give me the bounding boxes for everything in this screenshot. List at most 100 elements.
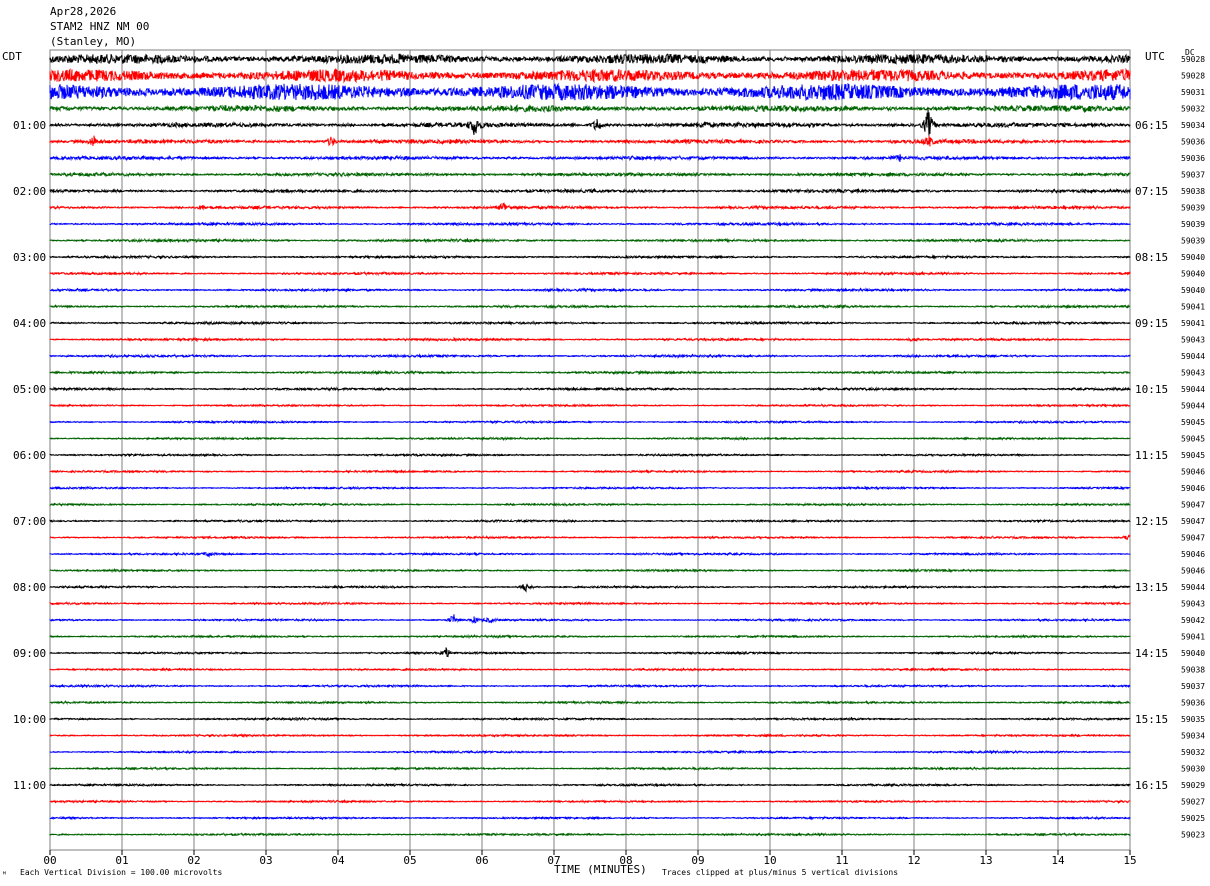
dc-offset-label: 59035	[1181, 715, 1205, 724]
dc-offset-label: 59041	[1181, 633, 1205, 642]
right-time-label: 07:15	[1135, 185, 1168, 198]
seismic-trace	[49, 270, 1131, 277]
dc-offset-label: 59032	[1181, 748, 1205, 757]
dc-offset-label: 59047	[1181, 534, 1205, 543]
dc-offset-label: 59030	[1181, 765, 1205, 774]
seismic-trace	[49, 403, 1131, 408]
dc-offset-label: 59039	[1181, 204, 1205, 213]
plot-frame	[49, 49, 1131, 851]
x-tick-label: 12	[907, 854, 920, 867]
seismic-trace	[49, 732, 1131, 739]
seismic-trace	[49, 419, 1131, 425]
x-tick-label: 14	[1051, 854, 1065, 867]
left-time-label: 07:00	[13, 515, 46, 528]
clipping-note: Traces clipped at plus/minus 5 vertical …	[662, 868, 899, 877]
x-tick-label: 15	[1123, 854, 1136, 867]
x-tick-label: 13	[979, 854, 992, 867]
seismic-trace	[49, 103, 1131, 114]
x-tick-label: 09	[691, 854, 704, 867]
dc-offset-label: 59043	[1181, 600, 1205, 609]
left-time-label: 10:00	[13, 713, 46, 726]
dc-offset-label: 59038	[1181, 187, 1205, 196]
seismic-trace	[49, 583, 1131, 593]
x-tick-label: 00	[43, 854, 56, 867]
right-time-label: 13:15	[1135, 581, 1168, 594]
seismic-trace	[49, 187, 1131, 195]
seismic-trace	[49, 501, 1131, 508]
dc-offset-label: 59025	[1181, 814, 1205, 823]
dc-offset-label: 59044	[1181, 583, 1205, 592]
x-tick-label: 05	[403, 854, 416, 867]
right-time-label: 15:15	[1135, 713, 1168, 726]
dc-offset-label: 59041	[1181, 303, 1205, 312]
seismic-trace	[49, 551, 1131, 558]
right-time-label: 06:15	[1135, 119, 1168, 132]
left-time-label: 01:00	[13, 119, 46, 132]
seismic-trace	[49, 782, 1131, 788]
x-tick-label: 06	[475, 854, 488, 867]
seismic-trace	[49, 108, 1131, 136]
dc-offset-label: 59043	[1181, 336, 1205, 345]
seismic-trace	[49, 798, 1131, 805]
dc-offset-label: 59046	[1181, 468, 1205, 477]
dc-offset-label: 59046	[1181, 567, 1205, 576]
seismic-trace	[49, 67, 1131, 84]
x-tick-label: 03	[259, 854, 272, 867]
seismic-trace	[49, 749, 1131, 755]
dc-offset-label: 59038	[1181, 666, 1205, 675]
seismic-trace	[49, 254, 1131, 260]
seismic-trace	[49, 699, 1131, 706]
dc-offset-label: 59044	[1181, 352, 1205, 361]
seismic-trace	[49, 485, 1131, 491]
seismic-trace	[49, 386, 1131, 392]
dc-offset-label: 59047	[1181, 517, 1205, 526]
seismic-trace	[49, 452, 1131, 458]
x-tick-label: 01	[115, 854, 128, 867]
right-time-label: 16:15	[1135, 779, 1168, 792]
dc-offset-label: 59041	[1181, 319, 1205, 328]
left-time-label: 02:00	[13, 185, 46, 198]
seismic-trace	[49, 683, 1131, 689]
seismic-trace	[49, 666, 1131, 673]
dc-offset-label: 59046	[1181, 550, 1205, 559]
dc-offset-label: 59044	[1181, 402, 1205, 411]
seismic-trace	[49, 369, 1131, 376]
right-time-label: 11:15	[1135, 449, 1168, 462]
dc-offset-label: 59039	[1181, 237, 1205, 246]
dc-offset-label: 59047	[1181, 501, 1205, 510]
dc-offset-label: 59043	[1181, 369, 1205, 378]
seismic-trace	[49, 831, 1131, 838]
left-time-label: 09:00	[13, 647, 46, 660]
right-time-label: 12:15	[1135, 515, 1168, 528]
seismic-trace	[49, 435, 1131, 442]
seismic-trace	[49, 171, 1131, 178]
seismic-trace	[49, 765, 1131, 772]
seismic-trace	[49, 237, 1131, 244]
dc-offset-label: 59031	[1181, 88, 1205, 97]
dc-offset-label: 59040	[1181, 649, 1205, 658]
x-tick-label: 10	[763, 854, 776, 867]
dc-offset-label: 59032	[1181, 105, 1205, 114]
seismic-trace	[49, 82, 1131, 102]
right-time-label: 08:15	[1135, 251, 1168, 264]
dc-offset-label: 59037	[1181, 171, 1205, 180]
dc-offset-label: 59044	[1181, 385, 1205, 394]
seismic-trace	[49, 534, 1131, 541]
dc-offset-label: 59034	[1181, 732, 1205, 741]
seismic-trace	[49, 287, 1131, 293]
dc-offset-label: 59045	[1181, 451, 1205, 460]
left-time-label: 05:00	[13, 383, 46, 396]
seismic-trace	[49, 202, 1131, 211]
left-time-label: 06:00	[13, 449, 46, 462]
seismic-trace	[49, 716, 1131, 722]
dc-offset-label: 59029	[1181, 781, 1205, 790]
seismic-trace	[49, 601, 1131, 606]
left-time-label: 08:00	[13, 581, 46, 594]
seismic-trace	[49, 518, 1131, 524]
dc-offset-label: 59036	[1181, 154, 1205, 163]
dc-offset-label: 59039	[1181, 220, 1205, 229]
left-time-label: 03:00	[13, 251, 46, 264]
dc-offset-label: 59040	[1181, 253, 1205, 262]
dc-offset-label: 59046	[1181, 484, 1205, 493]
dc-offset-label: 59037	[1181, 682, 1205, 691]
